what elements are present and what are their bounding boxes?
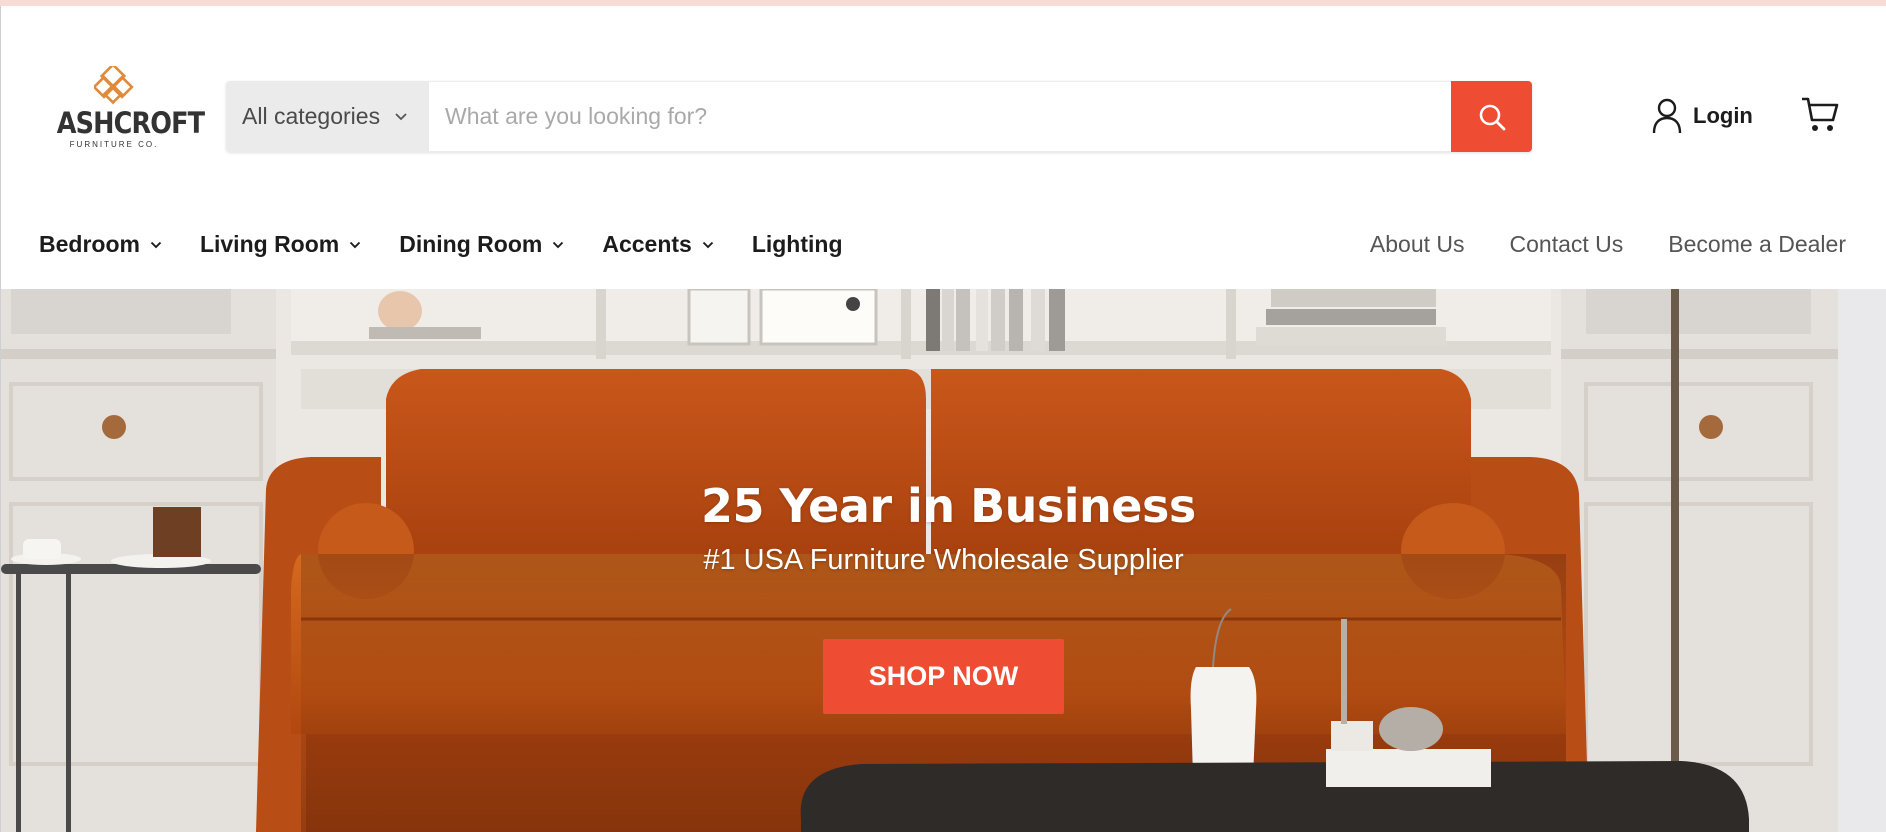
- shop-now-button[interactable]: SHOP NOW: [823, 639, 1064, 714]
- category-select-label: All categories: [242, 103, 381, 129]
- chevron-down-icon: [150, 241, 162, 248]
- nav-item-label: Lighting: [751, 231, 843, 257]
- secondary-nav: About Us Contact Us Become a Dealer: [1325, 231, 1846, 258]
- chevron-down-icon: [702, 241, 713, 248]
- chevron-down-icon: [395, 113, 407, 121]
- nav-item-label: Dining Room: [399, 231, 543, 257]
- logo-mark-icon: [94, 66, 134, 105]
- nav-link-contact-us[interactable]: Contact Us: [1510, 231, 1624, 258]
- user-icon: [1652, 98, 1682, 134]
- search-icon: [1479, 104, 1505, 130]
- brand-name: ASHCROFT: [56, 106, 205, 140]
- search-bar: All categories: [226, 81, 1532, 152]
- category-select[interactable]: All categories: [226, 81, 429, 152]
- brand-logo[interactable]: ASHCROFT FURNITURE CO.: [49, 66, 205, 166]
- nav-link-become-a-dealer[interactable]: Become a Dealer: [1668, 231, 1846, 258]
- nav-item-label: Accents: [602, 231, 692, 257]
- chevron-down-icon: [350, 241, 361, 248]
- cart-icon: [1802, 97, 1839, 131]
- search-button[interactable]: [1451, 81, 1532, 152]
- login-button[interactable]: Login: [1651, 98, 1753, 134]
- login-label: Login: [1693, 103, 1753, 128]
- site-header: ASHCROFT FURNITURE CO. All categories Lo…: [0, 6, 1886, 289]
- nav-item-lighting[interactable]: Lighting: [752, 231, 843, 258]
- nav-item-dining-room[interactable]: Dining Room: [399, 231, 564, 258]
- nav-link-about-us[interactable]: About Us: [1370, 231, 1465, 258]
- main-nav: Bedroom Living Room Dining Room Accents …: [39, 231, 881, 258]
- hero-banner: 25 Year in Business #1 USA Furniture Who…: [0, 289, 1838, 832]
- nav-item-label: Bedroom: [39, 231, 140, 257]
- search-input[interactable]: [429, 81, 1451, 152]
- nav-item-label: Living Room: [199, 231, 340, 257]
- nav-item-living-room[interactable]: Living Room: [200, 231, 361, 258]
- hero-subtitle: #1 USA Furniture Wholesale Supplier: [703, 544, 1184, 576]
- nav-item-accents[interactable]: Accents: [602, 231, 713, 258]
- cart-button[interactable]: [1800, 96, 1840, 139]
- nav-item-bedroom[interactable]: Bedroom: [39, 231, 162, 258]
- hero-title: 25 Year in Business: [701, 479, 1196, 533]
- brand-tagline: FURNITURE CO.: [69, 140, 159, 149]
- chevron-down-icon: [553, 241, 564, 248]
